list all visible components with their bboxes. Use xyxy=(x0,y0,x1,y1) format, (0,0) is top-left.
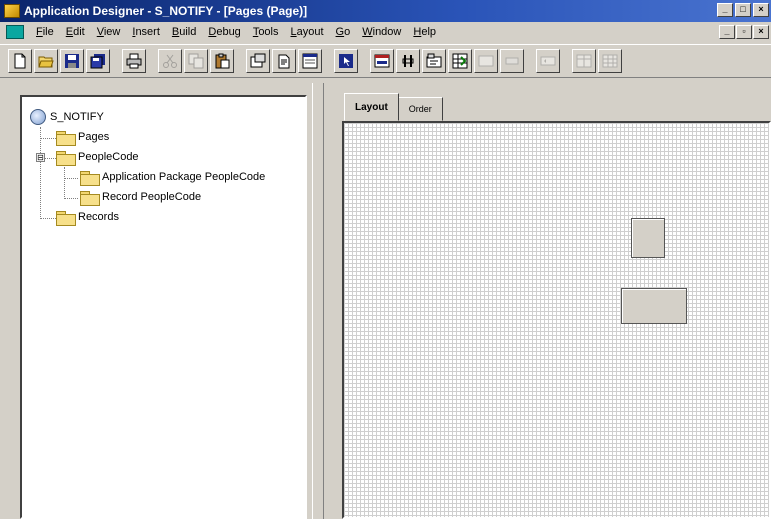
menu-window[interactable]: Window xyxy=(356,26,407,38)
menu-go[interactable]: Go xyxy=(330,26,357,38)
tree-item-label: Application Package PeopleCode xyxy=(102,171,266,183)
open-icon[interactable] xyxy=(34,49,58,73)
save-all-icon[interactable] xyxy=(86,49,110,73)
tree-item-label: Pages xyxy=(78,131,110,143)
app-icon xyxy=(4,4,20,18)
menu-help[interactable]: Help xyxy=(407,26,442,38)
tab-order[interactable]: Order xyxy=(397,97,443,121)
tree-root[interactable]: S_NOTIFY xyxy=(30,107,305,127)
document-controls: _ ▫ × xyxy=(719,25,769,39)
folder-icon xyxy=(56,150,76,166)
edit-box-icon[interactable] xyxy=(500,49,524,73)
folder-icon xyxy=(56,130,76,146)
frame-icon[interactable] xyxy=(474,49,498,73)
page-definition-pane: Layout Order xyxy=(330,83,771,519)
menu-file[interactable]: File xyxy=(30,26,60,38)
cut-icon[interactable] xyxy=(158,49,182,73)
doc-minimize-button[interactable]: _ xyxy=(719,25,735,39)
maximize-button[interactable]: □ xyxy=(735,3,751,17)
folder-icon xyxy=(56,210,76,226)
copy-icon[interactable] xyxy=(184,49,208,73)
menu-layout[interactable]: Layout xyxy=(285,26,330,38)
tree-item-label: Record PeopleCode xyxy=(102,191,202,203)
title-bar: Application Designer - S_NOTIFY - [Pages… xyxy=(0,0,771,22)
tree-item-label: Records xyxy=(78,211,119,223)
doc-restore-button[interactable]: ▫ xyxy=(736,25,752,39)
menu-tools[interactable]: Tools xyxy=(247,26,285,38)
application-window: Application Designer - S_NOTIFY - [Pages… xyxy=(0,0,771,519)
pane-splitter[interactable] xyxy=(312,83,324,519)
tab-icon[interactable] xyxy=(422,49,446,73)
new-icon[interactable] xyxy=(8,49,32,73)
tree-item-application-package-peoplecode[interactable]: Application Package PeopleCode xyxy=(30,167,305,187)
folder-icon xyxy=(80,170,100,186)
scroll-icon[interactable] xyxy=(536,49,560,73)
page-field-icon[interactable] xyxy=(370,49,394,73)
page-control-box-wide[interactable] xyxy=(621,288,687,324)
project-icon[interactable] xyxy=(298,49,322,73)
document-icon[interactable] xyxy=(6,25,24,39)
paste-icon[interactable] xyxy=(210,49,234,73)
layout-canvas[interactable] xyxy=(342,121,771,519)
toolbar xyxy=(0,44,771,78)
save-icon[interactable] xyxy=(60,49,84,73)
tab-strip: Layout Order xyxy=(344,93,443,121)
window-title: Application Designer - S_NOTIFY - [Pages… xyxy=(24,4,308,18)
collapse-icon[interactable]: ⊟ xyxy=(36,152,45,162)
menu-insert[interactable]: Insert xyxy=(126,26,166,38)
tree-root-label: S_NOTIFY xyxy=(50,111,104,123)
grid-icon[interactable] xyxy=(448,49,472,73)
menu-edit[interactable]: Edit xyxy=(60,26,91,38)
page-control-box-small[interactable] xyxy=(631,218,665,258)
tree-item-record-peoplecode[interactable]: Record PeopleCode xyxy=(30,187,305,207)
group-box-icon[interactable] xyxy=(572,49,596,73)
doc-close-button[interactable]: × xyxy=(753,25,769,39)
print-icon[interactable] xyxy=(122,49,146,73)
tree-item-records[interactable]: Records xyxy=(30,207,305,227)
folder-icon xyxy=(80,190,100,206)
field-icon[interactable] xyxy=(396,49,420,73)
menu-view[interactable]: View xyxy=(91,26,127,38)
find-icon[interactable] xyxy=(272,49,296,73)
select-icon[interactable] xyxy=(334,49,358,73)
close-button[interactable]: × xyxy=(753,3,769,17)
tab-layout[interactable]: Layout xyxy=(344,93,399,121)
properties-icon[interactable] xyxy=(246,49,270,73)
project-icon xyxy=(30,109,46,125)
project-tree[interactable]: S_NOTIFY Pages ⊟ PeopleCode Application … xyxy=(20,95,307,519)
window-controls: _ □ × xyxy=(717,3,769,17)
menu-build[interactable]: Build xyxy=(166,26,202,38)
tree-item-label: PeopleCode xyxy=(78,151,139,163)
menu-debug[interactable]: Debug xyxy=(202,26,246,38)
minimize-button[interactable]: _ xyxy=(717,3,733,17)
tree-item-peoplecode[interactable]: ⊟ PeopleCode xyxy=(30,147,305,167)
menu-bar: File Edit View Insert Build Debug Tools … xyxy=(0,22,771,42)
tree-item-pages[interactable]: Pages xyxy=(30,127,305,147)
subpage-icon[interactable] xyxy=(598,49,622,73)
